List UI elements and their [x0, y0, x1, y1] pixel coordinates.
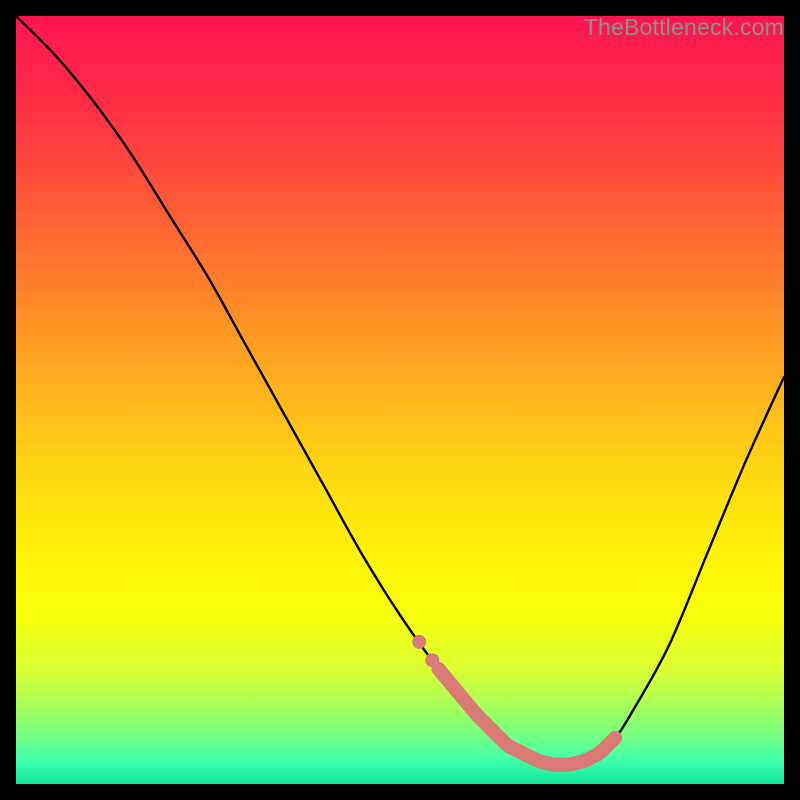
chart-frame: TheBottleneck.com [16, 16, 784, 784]
highlight-dot [425, 653, 439, 667]
bottleneck-chart [16, 16, 784, 784]
watermark-text: TheBottleneck.com [584, 14, 784, 41]
gradient-background [16, 16, 784, 784]
highlight-dot [412, 635, 426, 649]
